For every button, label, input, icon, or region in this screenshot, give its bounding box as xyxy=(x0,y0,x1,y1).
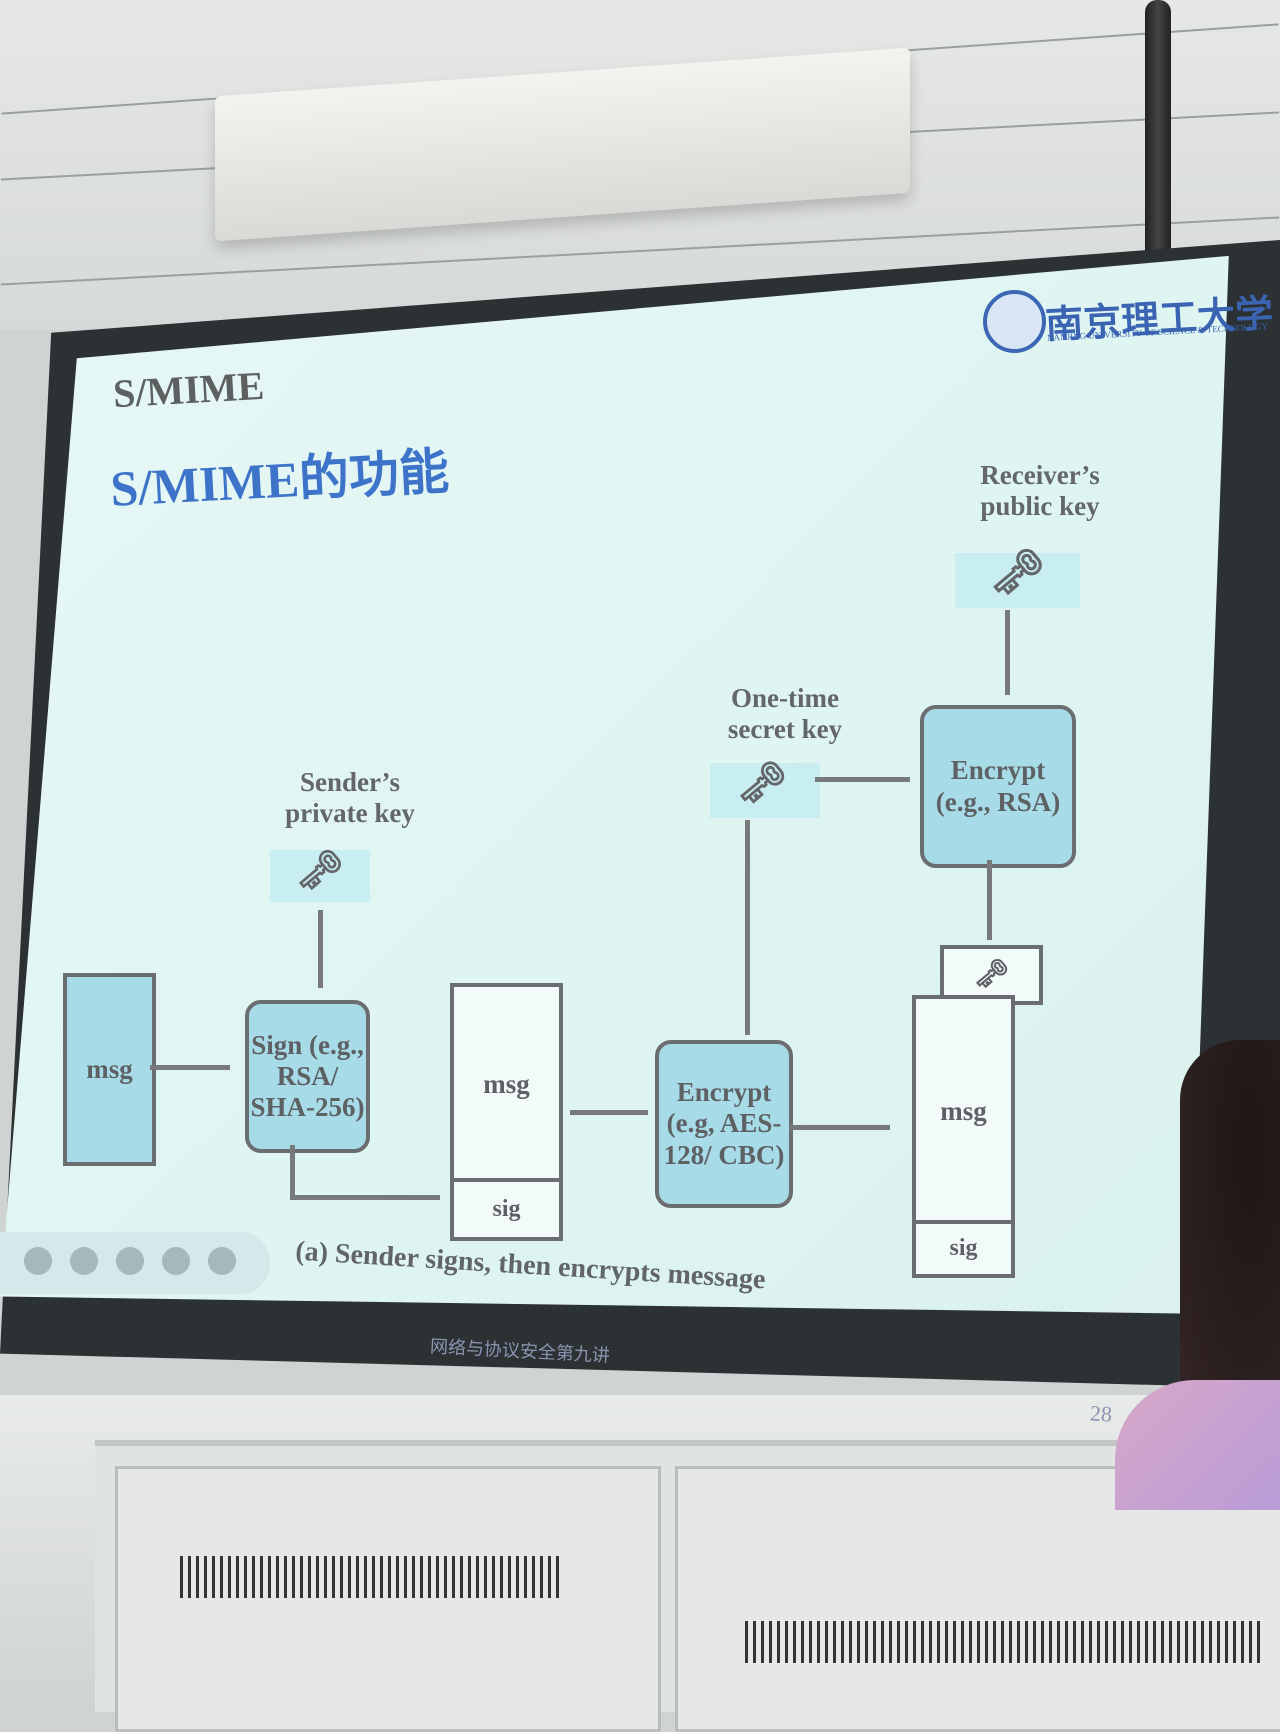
diagram-caption: (a) Sender signs, then encrypts message xyxy=(294,1235,767,1296)
arrow-to-output xyxy=(790,1125,890,1130)
encrypted-message-block: msg xyxy=(912,995,1015,1228)
sender-key-icon: 🗝 xyxy=(295,850,345,892)
arrow-rsa-down xyxy=(987,860,992,940)
screenshot-icon[interactable] xyxy=(116,1247,144,1275)
arrow-to-encrypt-aes xyxy=(570,1110,648,1115)
play-icon[interactable] xyxy=(24,1247,52,1275)
arrow-key-to-sign xyxy=(318,910,323,988)
signed-message-block: msg xyxy=(450,983,563,1186)
arrow-sign-down xyxy=(290,1145,295,1200)
pen-icon[interactable] xyxy=(70,1247,98,1275)
sender-key-label: Sender’s private key xyxy=(285,767,415,829)
receiver-key-icon: 🗝 xyxy=(989,548,1046,597)
camera-icon[interactable] xyxy=(162,1247,190,1275)
arrow-sign-to-sig xyxy=(290,1195,440,1200)
signature-block: sig xyxy=(450,1178,563,1241)
more-icon[interactable] xyxy=(208,1247,236,1275)
secret-key-icon: 🗝 xyxy=(736,760,788,805)
secret-key-label: One-time secret key xyxy=(727,683,843,745)
arrow-public-key-down xyxy=(1005,610,1010,695)
arrow-secret-key-down xyxy=(745,820,750,1035)
encrypt-aes-box: Encrypt (e.g, AES-128/ CBC) xyxy=(655,1040,793,1208)
encrypted-signature-block: sig xyxy=(912,1220,1015,1278)
receiver-key-label: Receiver’s public key xyxy=(980,460,1100,522)
arrow-secret-key-to-rsa xyxy=(815,777,910,782)
sign-box: Sign (e.g., RSA/ SHA-256) xyxy=(245,1000,370,1153)
page-number: 28 xyxy=(1089,1400,1113,1427)
message-box: msg xyxy=(63,973,156,1166)
arrow-msg-to-sign xyxy=(150,1065,230,1070)
smime-diagram: msg Sender’s private key 🗝 Sign (e.g., R… xyxy=(0,0,1280,1706)
encrypt-rsa-box: Encrypt (e.g., RSA) xyxy=(920,705,1076,868)
